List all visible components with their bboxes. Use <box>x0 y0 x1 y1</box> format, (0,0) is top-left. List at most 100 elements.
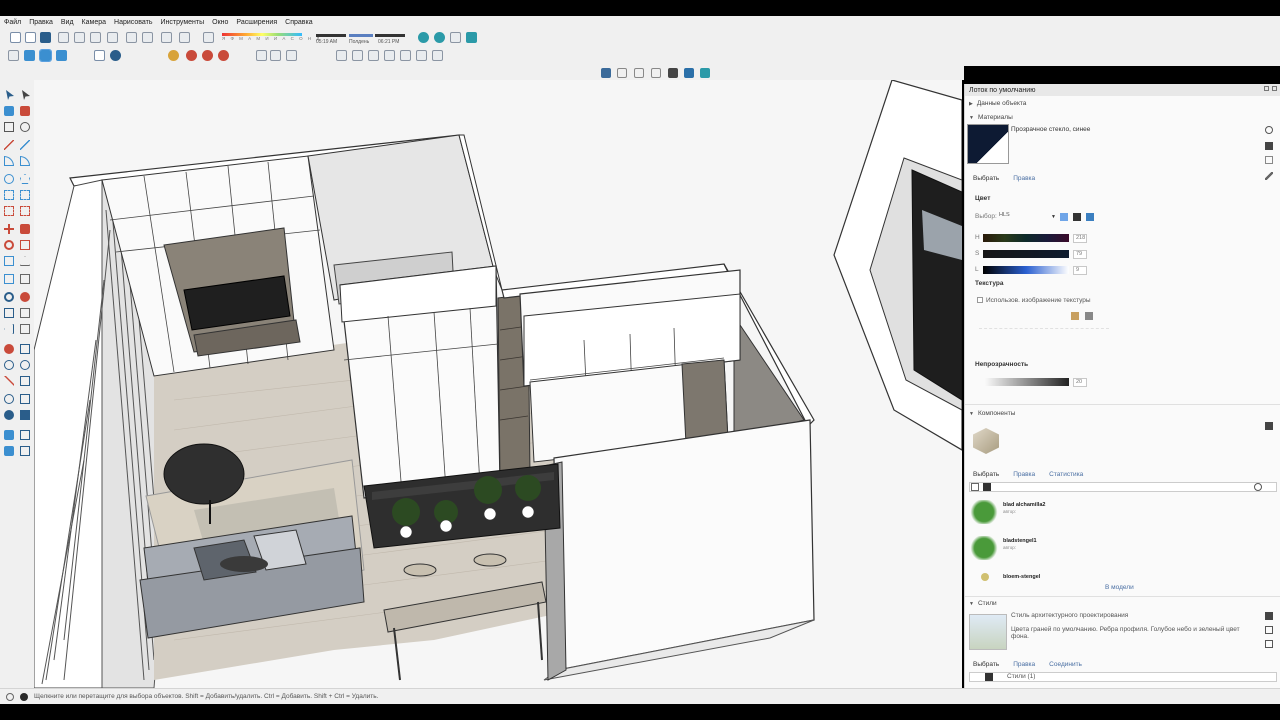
section-tool-icon[interactable] <box>4 308 14 318</box>
3d-viewport[interactable] <box>34 80 962 688</box>
in-model-label[interactable]: В модели <box>1105 584 1134 591</box>
freehand-tool-icon[interactable] <box>20 140 30 150</box>
l-input[interactable]: 9 <box>1073 266 1087 275</box>
tab-styles-mix[interactable]: Соединить <box>1049 661 1082 668</box>
update-style-icon[interactable] <box>1265 626 1273 634</box>
tab-components-edit[interactable]: Правка <box>1013 471 1035 478</box>
warehouse-tool-icon[interactable] <box>4 410 14 420</box>
axes-tool-icon[interactable] <box>20 308 30 318</box>
menu-draw[interactable]: Нарисовать <box>114 19 152 26</box>
erase-icon[interactable] <box>107 32 118 43</box>
create-style-icon[interactable] <box>1265 612 1273 620</box>
section-plane-icon[interactable] <box>256 50 267 61</box>
next-view-icon[interactable] <box>20 376 30 386</box>
view-back-icon[interactable] <box>400 50 411 61</box>
copy-icon[interactable] <box>74 32 85 43</box>
tab-styles-edit[interactable]: Правка <box>1013 661 1035 668</box>
wireframe-icon[interactable] <box>617 68 627 78</box>
eraser-tool-icon[interactable] <box>20 106 30 116</box>
menu-camera[interactable]: Камера <box>82 19 106 26</box>
time-slider-end[interactable] <box>375 34 405 37</box>
menu-file[interactable]: Файл <box>4 19 21 26</box>
dimension-icon[interactable] <box>4 274 14 284</box>
time-slider-start[interactable] <box>316 34 346 37</box>
h-input[interactable]: 218 <box>1073 234 1087 243</box>
walk-tool-icon[interactable] <box>4 344 14 354</box>
orbit-icon[interactable] <box>8 50 19 61</box>
view-front-icon[interactable] <box>368 50 379 61</box>
tab-styles-select[interactable]: Выбрать <box>973 661 999 668</box>
texture-checkbox[interactable] <box>977 297 983 303</box>
component-name-2[interactable]: bladstengel1 <box>1003 538 1037 544</box>
sandbox-icon-5[interactable] <box>20 446 30 456</box>
text-tool-icon[interactable] <box>20 274 30 284</box>
picker-select[interactable]: HLS <box>997 212 1055 221</box>
extension-icon-3[interactable] <box>218 50 229 61</box>
materials-header[interactable]: ▼ Материалы <box>969 114 1013 121</box>
rotate-tool-icon[interactable] <box>4 240 14 250</box>
s-input[interactable]: 79 <box>1073 250 1087 259</box>
new-file-icon[interactable] <box>10 32 21 43</box>
extension-warehouse-icon[interactable] <box>20 410 30 420</box>
zoom-icon[interactable] <box>418 32 429 43</box>
open-file-icon[interactable] <box>25 32 36 43</box>
cut-icon[interactable] <box>58 32 69 43</box>
menu-help[interactable]: Справка <box>285 19 312 26</box>
layout-icon[interactable] <box>94 50 105 61</box>
browse-texture-icon[interactable] <box>1071 312 1079 320</box>
scale-tool-icon[interactable] <box>20 240 30 250</box>
shaded-style-icon[interactable] <box>651 68 661 78</box>
plant-thumbnail-2[interactable] <box>969 536 999 560</box>
display-secondary-components-icon[interactable] <box>1265 422 1273 430</box>
view-right-icon[interactable] <box>384 50 395 61</box>
view-options-icon[interactable] <box>971 483 979 491</box>
components-header[interactable]: ▼ Компоненты <box>969 410 1015 417</box>
move-tool-icon[interactable] <box>4 224 14 234</box>
shaded-textures-icon[interactable] <box>668 68 678 78</box>
tab-components-stats[interactable]: Статистика <box>1049 471 1083 478</box>
zoom-window-tool-icon[interactable] <box>4 360 14 370</box>
tray-close-icon[interactable] <box>1272 86 1277 91</box>
shaded-icon[interactable] <box>56 50 67 61</box>
xray-icon[interactable] <box>39 49 52 62</box>
display-secondary-icon[interactable] <box>1265 126 1273 134</box>
home-icon[interactable] <box>983 483 991 491</box>
tab-components-select[interactable]: Выбрать <box>973 471 999 478</box>
tray-pin-icon[interactable] <box>1264 86 1269 91</box>
protractor-icon[interactable] <box>20 256 30 266</box>
opacity-input[interactable]: 20 <box>1073 378 1087 387</box>
hue-slider[interactable] <box>983 234 1069 242</box>
offset-2-icon[interactable] <box>4 256 14 266</box>
arc-2pt-icon[interactable] <box>20 156 30 166</box>
save-icon[interactable] <box>40 32 51 43</box>
components-search-input[interactable] <box>969 482 1277 492</box>
back-edges-icon[interactable] <box>700 68 710 78</box>
orbit-tool-icon[interactable] <box>4 292 14 302</box>
plant-thumbnail-1[interactable] <box>969 500 999 524</box>
search-icon[interactable] <box>1254 483 1262 491</box>
material-swatch[interactable] <box>967 124 1009 164</box>
extension-icon-2[interactable] <box>202 50 213 61</box>
paint-bucket-icon[interactable] <box>4 122 14 132</box>
view-bottom-icon[interactable] <box>432 50 443 61</box>
undo-icon[interactable] <box>126 32 137 43</box>
menu-view[interactable]: Вид <box>61 19 74 26</box>
shadow-date-slider[interactable]: Я Ф М А М И И А С О Н Д <box>222 33 319 41</box>
walk-person-icon[interactable] <box>20 394 30 404</box>
view-iso-icon[interactable] <box>336 50 347 61</box>
styles-header[interactable]: ▼ Стили <box>969 600 997 607</box>
zoom-window-icon[interactable] <box>434 32 445 43</box>
shadows-toggle-icon[interactable] <box>203 32 214 43</box>
match-screen-color-icon[interactable] <box>1086 213 1094 221</box>
rotated-rect-icon[interactable] <box>20 190 30 200</box>
section-fill-icon[interactable] <box>270 50 281 61</box>
hidden-line-icon[interactable] <box>634 68 644 78</box>
entity-info-header[interactable]: ▶ Данные объекта <box>969 100 1026 107</box>
menu-extensions[interactable]: Расширения <box>236 19 277 26</box>
section-cut-icon[interactable] <box>286 50 297 61</box>
display-secondary-styles-icon[interactable] <box>1265 640 1273 648</box>
sample-paint-icon[interactable] <box>1265 172 1273 180</box>
create-material-icon[interactable] <box>1265 142 1273 150</box>
line-tool-icon[interactable] <box>4 140 14 150</box>
polygon-tool-icon[interactable] <box>20 174 30 184</box>
